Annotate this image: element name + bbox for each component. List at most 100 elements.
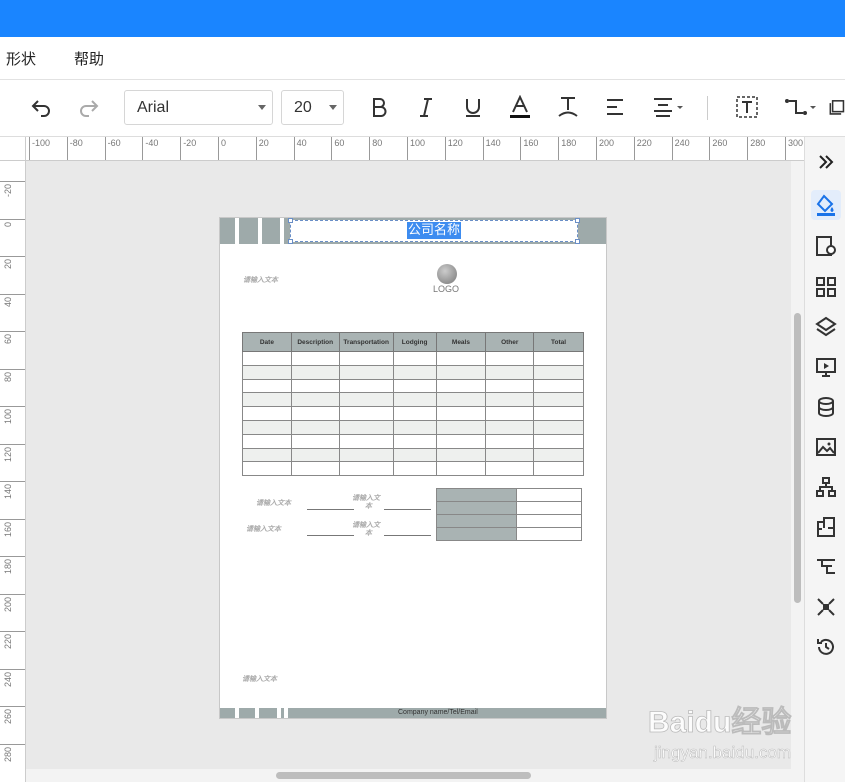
table-row[interactable] xyxy=(242,392,584,408)
outline-icon[interactable] xyxy=(811,552,841,582)
table-cell[interactable] xyxy=(290,378,340,394)
underline-icon[interactable] xyxy=(458,92,488,122)
page-settings-icon[interactable] xyxy=(811,231,841,261)
table-row[interactable] xyxy=(242,461,584,477)
table-cell[interactable] xyxy=(242,364,292,380)
table-cell[interactable] xyxy=(485,433,535,449)
table-cell[interactable] xyxy=(485,392,535,408)
table-cell[interactable] xyxy=(290,351,340,366)
table-cell[interactable] xyxy=(392,392,437,408)
table-cell[interactable] xyxy=(242,392,292,408)
logo[interactable]: LOGO xyxy=(433,264,463,294)
layers-icon[interactable] xyxy=(811,312,841,342)
table-cell[interactable] xyxy=(392,433,437,449)
undo-icon[interactable] xyxy=(26,92,56,122)
table-row[interactable] xyxy=(242,406,584,421)
align-left-icon[interactable] xyxy=(600,92,630,122)
table-cell[interactable] xyxy=(485,447,535,463)
table-cell[interactable] xyxy=(485,351,535,366)
table-cell[interactable] xyxy=(392,351,437,366)
table-cell[interactable] xyxy=(338,419,394,435)
summary-cell[interactable] xyxy=(516,527,582,541)
table-cell[interactable] xyxy=(435,419,487,435)
collapse-panel-icon[interactable] xyxy=(811,147,841,177)
floor-plan-icon[interactable] xyxy=(811,512,841,542)
table-cell[interactable] xyxy=(338,461,394,477)
table-cell[interactable] xyxy=(290,419,340,435)
scroll-thumb[interactable] xyxy=(794,313,801,603)
italic-icon[interactable] xyxy=(411,92,441,122)
selection-handle[interactable] xyxy=(288,218,293,223)
selection-handle[interactable] xyxy=(288,239,293,244)
table-cell[interactable] xyxy=(242,461,292,477)
fill-icon[interactable] xyxy=(811,190,841,220)
table-row[interactable] xyxy=(242,419,584,435)
redo-icon[interactable] xyxy=(74,92,104,122)
table-cell[interactable] xyxy=(290,392,340,408)
text-style-icon[interactable] xyxy=(553,92,583,122)
database-icon[interactable] xyxy=(811,392,841,422)
bold-icon[interactable] xyxy=(364,92,394,122)
menu-shapes[interactable]: 形状 xyxy=(6,48,36,69)
table-row[interactable] xyxy=(242,364,584,380)
table-cell[interactable] xyxy=(533,392,584,408)
presentation-icon[interactable] xyxy=(811,352,841,382)
table-cell[interactable] xyxy=(485,364,535,380)
footer-text[interactable]: Company name/Tel/Email xyxy=(398,708,478,718)
table-cell[interactable] xyxy=(242,419,292,435)
summary-cell[interactable] xyxy=(516,514,582,528)
connector-icon[interactable] xyxy=(782,92,820,122)
table-cell[interactable] xyxy=(435,461,487,477)
summary-table[interactable] xyxy=(436,488,582,541)
table-cell[interactable] xyxy=(338,406,394,421)
table-row[interactable] xyxy=(242,351,584,366)
table-cell[interactable] xyxy=(338,364,394,380)
table-cell[interactable] xyxy=(290,406,340,421)
summary-cell[interactable] xyxy=(436,527,517,541)
table-cell[interactable] xyxy=(392,378,437,394)
grid-icon[interactable] xyxy=(811,272,841,302)
table-cell[interactable] xyxy=(338,433,394,449)
table-cell[interactable] xyxy=(533,406,584,421)
table-cell[interactable] xyxy=(290,433,340,449)
table-row[interactable] xyxy=(242,378,584,394)
table-cell[interactable] xyxy=(435,406,487,421)
table-cell[interactable] xyxy=(290,461,340,477)
table-cell[interactable] xyxy=(533,447,584,463)
table-cell[interactable] xyxy=(485,419,535,435)
table-cell[interactable] xyxy=(435,351,487,366)
expense-report-page[interactable]: 公司名称 请输入文本 LOGO Date Description Transpo… xyxy=(219,217,607,719)
table-cell[interactable] xyxy=(242,351,292,366)
text-box-icon[interactable] xyxy=(732,92,762,122)
table-cell[interactable] xyxy=(435,447,487,463)
table-cell[interactable] xyxy=(533,364,584,380)
placeholder-text[interactable]: 请输入文本 xyxy=(243,275,278,285)
placeholder-text[interactable]: 请输入文本 xyxy=(246,524,281,534)
table-cell[interactable] xyxy=(392,364,437,380)
table-cell[interactable] xyxy=(533,433,584,449)
summary-cell[interactable] xyxy=(516,488,582,502)
table-cell[interactable] xyxy=(435,364,487,380)
expense-table[interactable]: Date Description Transportation Lodging … xyxy=(242,332,584,477)
table-cell[interactable] xyxy=(435,378,487,394)
table-cell[interactable] xyxy=(338,351,394,366)
table-cell[interactable] xyxy=(533,461,584,477)
placeholder-text[interactable]: 本 xyxy=(365,528,372,538)
table-cell[interactable] xyxy=(392,406,437,421)
table-cell[interactable] xyxy=(435,392,487,408)
table-cell[interactable] xyxy=(533,351,584,366)
table-cell[interactable] xyxy=(392,419,437,435)
table-cell[interactable] xyxy=(290,364,340,380)
company-title-box[interactable]: 公司名称 xyxy=(288,218,580,244)
summary-cell[interactable] xyxy=(436,514,517,528)
table-cell[interactable] xyxy=(242,447,292,463)
history-icon[interactable] xyxy=(811,632,841,662)
table-cell[interactable] xyxy=(338,378,394,394)
company-title[interactable]: 公司名称 xyxy=(407,222,462,239)
placeholder-text[interactable]: 请输入文本 xyxy=(256,498,291,508)
menu-help[interactable]: 帮助 xyxy=(74,48,104,69)
table-cell[interactable] xyxy=(338,392,394,408)
image-icon[interactable] xyxy=(811,432,841,462)
selection-handle[interactable] xyxy=(575,239,580,244)
table-cell[interactable] xyxy=(533,419,584,435)
